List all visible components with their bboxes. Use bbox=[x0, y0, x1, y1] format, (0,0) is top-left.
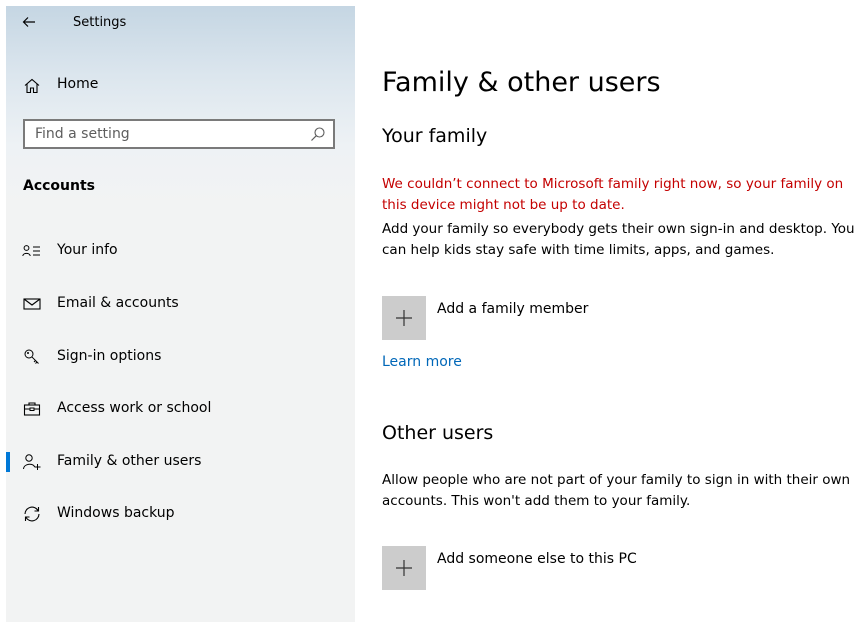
sidebar-item-home[interactable]: Home bbox=[6, 70, 355, 102]
back-arrow-icon bbox=[22, 17, 35, 27]
main-content: Family & other users Your family We coul… bbox=[382, 0, 857, 622]
sidebar-item-label: Email & accounts bbox=[57, 295, 179, 311]
person-add-icon bbox=[22, 452, 42, 472]
add-family-tile[interactable] bbox=[382, 296, 426, 340]
learn-more-link[interactable]: Learn more bbox=[382, 354, 462, 370]
add-someone-else-button[interactable]: Add someone else to this PC bbox=[382, 546, 852, 592]
section-header-accounts: Accounts bbox=[23, 178, 96, 194]
sidebar-item-label: Access work or school bbox=[57, 400, 212, 416]
sidebar-item-windows-backup[interactable]: Windows backup bbox=[6, 494, 355, 534]
briefcase-icon bbox=[22, 399, 42, 419]
add-family-member-label: Add a family member bbox=[437, 301, 589, 317]
sidebar: Settings Home Accounts Your info bbox=[6, 6, 355, 622]
your-family-heading: Your family bbox=[382, 125, 488, 147]
other-users-heading: Other users bbox=[382, 422, 494, 444]
page-title: Family & other users bbox=[382, 67, 661, 98]
search-icon[interactable] bbox=[310, 126, 326, 142]
search-input[interactable] bbox=[35, 121, 295, 147]
app-title: Settings bbox=[73, 15, 127, 30]
person-list-icon bbox=[22, 241, 42, 261]
sidebar-item-family-other-users[interactable]: Family & other users bbox=[6, 442, 355, 482]
plus-icon bbox=[396, 310, 412, 326]
sync-icon bbox=[22, 504, 42, 524]
family-error-message: We couldn’t connect to Microsoft family … bbox=[382, 176, 844, 213]
mail-icon bbox=[22, 294, 42, 314]
sidebar-item-label: Windows backup bbox=[57, 505, 175, 521]
sidebar-item-label: Your info bbox=[57, 242, 118, 258]
key-icon bbox=[22, 347, 42, 367]
sidebar-item-access-work-school[interactable]: Access work or school bbox=[6, 389, 355, 429]
sidebar-item-label: Family & other users bbox=[57, 453, 202, 469]
add-user-tile[interactable] bbox=[382, 546, 426, 590]
title-bar: Settings bbox=[6, 6, 355, 38]
search-box[interactable] bbox=[23, 119, 335, 149]
active-indicator bbox=[6, 452, 10, 472]
sidebar-item-sign-in-options[interactable]: Sign-in options bbox=[6, 337, 355, 377]
home-icon bbox=[22, 76, 42, 96]
family-description: Add your family so everybody gets their … bbox=[382, 221, 855, 258]
back-button[interactable] bbox=[18, 11, 40, 33]
plus-icon bbox=[396, 560, 412, 576]
sidebar-item-label: Home bbox=[57, 76, 99, 92]
add-someone-else-label: Add someone else to this PC bbox=[437, 551, 637, 567]
sidebar-item-label: Sign-in options bbox=[57, 348, 162, 364]
other-users-description: Allow people who are not part of your fa… bbox=[382, 472, 851, 509]
add-family-member-button[interactable]: Add a family member bbox=[382, 296, 852, 342]
sidebar-item-your-info[interactable]: Your info bbox=[6, 231, 355, 271]
sidebar-item-email-accounts[interactable]: Email & accounts bbox=[6, 284, 355, 324]
